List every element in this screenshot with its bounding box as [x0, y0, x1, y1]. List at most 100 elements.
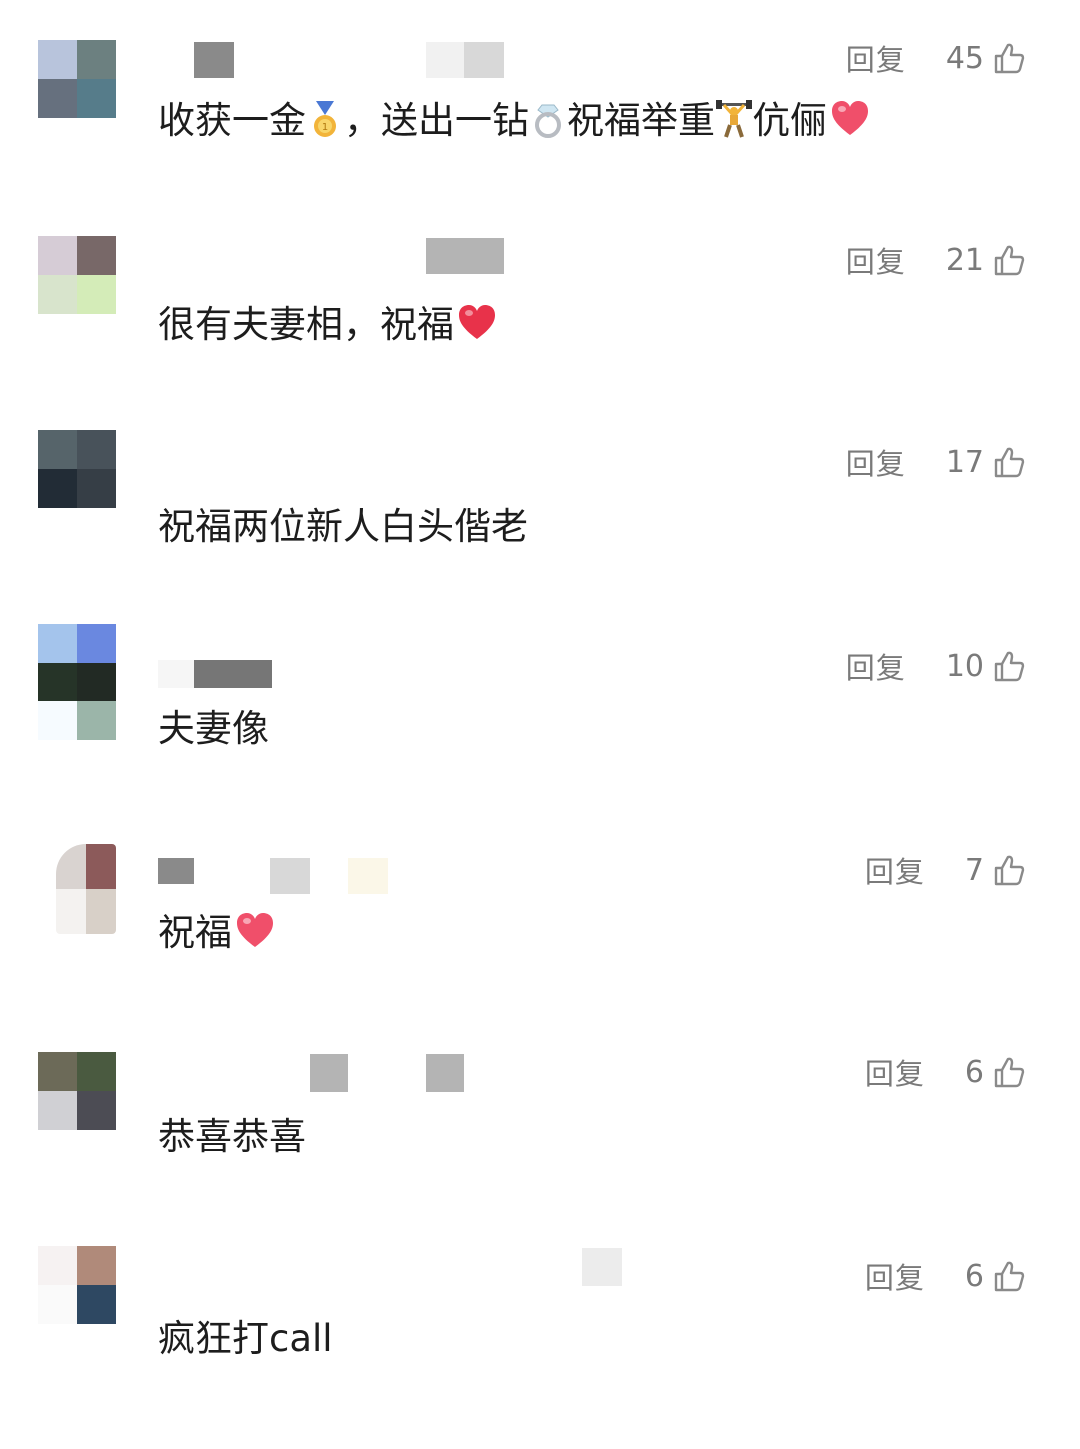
heart-icon — [237, 913, 273, 947]
comment-actions: 回复 21 — [846, 239, 1026, 281]
avatar-mosaic-tile — [77, 430, 116, 469]
avatar[interactable] — [38, 624, 116, 740]
comment-actions: 回复 17 — [846, 441, 1026, 483]
avatar-mosaic-tile — [77, 1285, 116, 1324]
avatar-mosaic-tile — [77, 40, 116, 79]
avatar[interactable] — [38, 430, 116, 508]
thumbs-up-icon[interactable] — [992, 1055, 1026, 1089]
like-count: 6 — [964, 1054, 984, 1090]
comment-item: 回复 6 恭喜恭喜 — [0, 1052, 1080, 1255]
comment-text: 收获一金 1 ，送出一钻 祝福举重 伉俪 — [158, 98, 873, 144]
redaction-block — [158, 858, 194, 884]
avatar[interactable] — [38, 40, 116, 118]
comment-actions: 回复 7 — [865, 849, 1026, 891]
avatar-mosaic-tile — [38, 1052, 77, 1091]
like-count: 17 — [945, 444, 984, 480]
thumbs-up-icon[interactable] — [992, 41, 1026, 75]
avatar-mosaic-tile — [77, 275, 116, 314]
avatar-mosaic-tile — [77, 1246, 116, 1285]
avatar-mosaic-tile — [38, 1246, 77, 1285]
avatar[interactable] — [56, 844, 116, 934]
redaction-block — [582, 1248, 622, 1286]
comment-actions: 回复 6 — [865, 1255, 1026, 1297]
comment-text: 夫妻像 — [158, 707, 269, 750]
reply-button[interactable]: 回复 — [846, 37, 906, 79]
like-count: 7 — [964, 852, 984, 888]
thumbs-up-icon[interactable] — [992, 649, 1026, 683]
username-redacted[interactable] — [158, 238, 538, 274]
comment-text: 很有夫妻相，祝福 — [158, 302, 500, 348]
reply-button[interactable]: 回复 — [865, 1051, 925, 1093]
comment-item: 回复 6 疯狂打call — [0, 1246, 1080, 1449]
avatar-mosaic-tile — [77, 1091, 116, 1130]
avatar-mosaic-tile — [86, 889, 116, 934]
avatar-mosaic-tile — [77, 236, 116, 275]
thumbs-up-icon[interactable] — [992, 1259, 1026, 1293]
avatar-mosaic-tile — [38, 1285, 77, 1324]
comment-text: 恭喜恭喜 — [158, 1115, 306, 1158]
redaction-block — [270, 858, 310, 894]
reply-button[interactable]: 回复 — [846, 645, 906, 687]
redaction-block — [310, 1054, 348, 1092]
avatar-mosaic-tile — [38, 1091, 77, 1130]
username-redacted[interactable] — [158, 858, 538, 894]
comment-actions: 回复 6 — [865, 1051, 1026, 1093]
reply-button[interactable]: 回复 — [846, 441, 906, 483]
comment-text: 疯狂打call — [158, 1317, 333, 1360]
avatar-mosaic-tile — [38, 79, 77, 118]
username-redacted[interactable] — [158, 1054, 538, 1092]
redaction-block — [158, 660, 194, 688]
redaction-block — [426, 42, 466, 78]
like-count: 10 — [945, 648, 984, 684]
avatar-mosaic-tile — [38, 662, 77, 702]
avatar-mosaic-tile — [77, 624, 116, 663]
avatar-mosaic-tile — [77, 1052, 116, 1091]
reply-button[interactable]: 回复 — [846, 239, 906, 281]
username-redacted[interactable] — [158, 42, 538, 78]
avatar-mosaic-tile — [38, 430, 77, 469]
comment-text: 祝福两位新人白头偕老 — [158, 505, 528, 548]
medal-icon: 1 — [314, 101, 336, 137]
avatar-mosaic-tile — [77, 701, 116, 740]
comment-actions: 回复 10 — [846, 645, 1026, 687]
redaction-block — [194, 660, 272, 688]
avatar-mosaic-tile — [38, 624, 77, 663]
avatar[interactable] — [38, 236, 116, 314]
like-count: 6 — [964, 1258, 984, 1294]
avatar[interactable] — [38, 1246, 116, 1324]
avatar-mosaic-tile — [38, 469, 77, 508]
avatar-mosaic-tile — [38, 40, 77, 79]
redaction-block — [426, 1054, 464, 1092]
avatar-mosaic-tile — [77, 662, 116, 702]
comment-item: 回复 21 很有夫妻相，祝福 — [0, 236, 1080, 439]
thumbs-up-icon[interactable] — [992, 243, 1026, 277]
username-redacted[interactable] — [158, 660, 538, 696]
redaction-block — [348, 858, 388, 894]
comment-actions: 回复 45 — [846, 37, 1026, 79]
comment-text: 祝福 — [158, 910, 278, 956]
comment-item: 回复 45 收获一金 1 ，送出一钻 祝福举重 伉俪 — [0, 40, 1080, 243]
redaction-block — [426, 238, 504, 274]
like-count: 21 — [945, 242, 984, 278]
avatar-mosaic-tile — [38, 701, 77, 740]
heart-icon — [459, 305, 495, 339]
avatar-mosaic-tile — [77, 469, 116, 508]
redaction-block — [464, 42, 504, 78]
avatar[interactable] — [38, 1052, 116, 1130]
username-redacted[interactable] — [158, 1248, 622, 1286]
avatar-mosaic-tile — [56, 844, 86, 889]
avatar-mosaic-tile — [77, 79, 116, 118]
reply-button[interactable]: 回复 — [865, 849, 925, 891]
heart-icon — [832, 101, 868, 135]
svg-text:1: 1 — [322, 122, 328, 133]
reply-button[interactable]: 回复 — [865, 1255, 925, 1297]
ring-icon — [535, 104, 561, 138]
thumbs-up-icon[interactable] — [992, 853, 1026, 887]
comment-item: 回复 17 祝福两位新人白头偕老 — [0, 430, 1080, 633]
weightlifter-icon — [716, 100, 752, 138]
avatar-mosaic-tile — [86, 844, 116, 889]
avatar-mosaic-tile — [56, 889, 86, 934]
avatar-mosaic-tile — [38, 236, 77, 275]
thumbs-up-icon[interactable] — [992, 445, 1026, 479]
like-count: 45 — [945, 40, 984, 76]
